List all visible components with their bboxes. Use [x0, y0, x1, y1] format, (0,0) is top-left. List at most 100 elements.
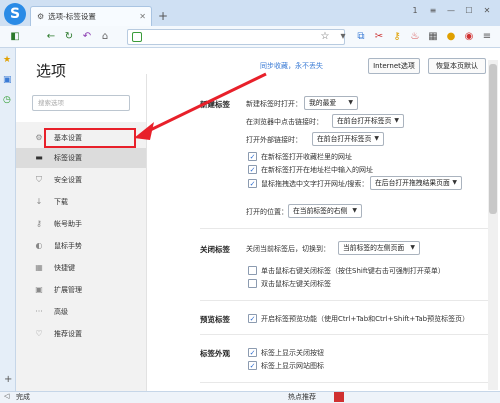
- middle-click-select[interactable]: 在前台打开标签页 ▼: [332, 114, 404, 128]
- checkbox-label: 开启标签预览功能（使用Ctrl+Tab和Ctrl+Shift+Tab预览标签页）: [261, 315, 470, 323]
- checkbox-show-site-icon[interactable]: ✓: [248, 361, 257, 370]
- select-value: 在当前标签的右侧: [293, 207, 348, 215]
- tab-close-icon[interactable]: ✕: [139, 12, 146, 21]
- section-close-tab: 关闭标签: [200, 245, 230, 254]
- chat-icon[interactable]: ◉: [462, 30, 476, 44]
- minimize-button[interactable]: —: [444, 5, 458, 17]
- sidebar-item-label: 高级: [54, 308, 68, 316]
- tab-icon: ▬: [35, 153, 43, 162]
- home-icon[interactable]: ⌂: [98, 30, 112, 44]
- sidebar-item-label: 标签设置: [54, 154, 82, 162]
- checkbox-favorites-new-tab[interactable]: ✓: [248, 152, 257, 161]
- open-position-select[interactable]: 在当前标签的右侧 ▼: [288, 204, 362, 218]
- new-tab-open-select[interactable]: 我的最爱 ▼: [304, 96, 358, 110]
- grid-icon[interactable]: ▦: [426, 30, 440, 44]
- hot-recommend-link[interactable]: 热点推荐: [288, 392, 316, 402]
- sidebar-item-shortcuts[interactable]: ▦ 快捷键: [16, 258, 146, 278]
- options-sidebar: ⚙ 基本设置 ▬ 标签设置 ⛉ 安全设置 ↓ 下载 ⚷ 帐号助手 ◐ 鼠标手势 …: [16, 122, 146, 391]
- refresh-icon[interactable]: ↻: [62, 30, 76, 44]
- checkbox-double-click-close[interactable]: [248, 279, 257, 288]
- checkbox-tab-preview[interactable]: ✓: [248, 314, 257, 323]
- chevron-down-icon: ▼: [394, 117, 399, 124]
- close-window-button[interactable]: ✕: [480, 5, 494, 17]
- sidebar-item-extensions[interactable]: ▣ 扩展管理: [16, 280, 146, 300]
- checkbox-show-close-button[interactable]: ✓: [248, 348, 257, 357]
- add-icon[interactable]: +: [4, 374, 12, 385]
- sidebar-item-label: 安全设置: [54, 176, 82, 184]
- undo-icon[interactable]: ↶: [80, 30, 94, 44]
- divider: [200, 334, 490, 335]
- close-switch-select[interactable]: 当前标签的左侧页面 ▼: [338, 241, 420, 255]
- sidebar-item-download[interactable]: ↓ 下载: [16, 192, 146, 212]
- sidebar-toggle-icon[interactable]: ◧: [8, 30, 22, 44]
- sidebar-item-label: 推荐设置: [54, 330, 82, 338]
- mouse-icon: ◐: [35, 241, 43, 250]
- checkbox-addressbar-new-tab[interactable]: ✓: [248, 165, 257, 174]
- external-link-select[interactable]: 在前台打开标签页 ▼: [312, 132, 384, 146]
- status-arrow-icon[interactable]: ◁: [4, 392, 9, 400]
- star-icon[interactable]: ☆: [318, 30, 332, 44]
- browser-logo-icon[interactable]: S: [4, 3, 26, 25]
- chevron-down-icon: ▼: [410, 244, 415, 251]
- key-icon[interactable]: ⚷: [390, 30, 404, 44]
- sidebar-item-advanced[interactable]: ··· 高级: [16, 302, 146, 322]
- badge-icon[interactable]: 1: [408, 5, 422, 17]
- sidebar-item-account[interactable]: ⚷ 帐号助手: [16, 214, 146, 234]
- scissors-icon[interactable]: ✂: [372, 30, 386, 44]
- tab-options[interactable]: ⚙ 选项-标签设置 ✕: [30, 6, 152, 26]
- internet-options-button[interactable]: Internet选项: [368, 58, 420, 74]
- tab-title: 选项-标签设置: [48, 12, 96, 21]
- status-bar: [0, 391, 500, 403]
- annotation-arrow: [134, 72, 267, 140]
- menu-icon[interactable]: ≡: [426, 5, 440, 17]
- news-icon[interactable]: [334, 392, 344, 402]
- divider: [200, 228, 490, 229]
- select-value: 我的最爱: [309, 99, 337, 107]
- sidebar-item-label: 下载: [54, 198, 68, 206]
- select-value: 在前台打开标签页: [337, 117, 392, 125]
- scrollbar-thumb[interactable]: [489, 64, 497, 214]
- section-tab-appearance: 标签外观: [200, 349, 230, 358]
- sidebar-item-tabs[interactable]: ▬ 标签设置: [16, 148, 146, 168]
- chevron-down-icon: ▼: [452, 179, 457, 186]
- drag-result-select[interactable]: 在后台打开拖拽结果页面 ▼: [370, 176, 462, 190]
- sidebar-item-label: 快捷键: [54, 264, 75, 272]
- open-position-label: 打开的位置：: [246, 208, 288, 216]
- sidebar-item-mouse-gestures[interactable]: ◐ 鼠标手势: [16, 236, 146, 256]
- download-icon: ↓: [35, 197, 43, 206]
- select-value: 在前台打开标签页: [317, 135, 372, 143]
- security-shield-icon: [132, 32, 142, 42]
- coin-icon[interactable]: ●: [444, 30, 458, 44]
- key-icon: ⚷: [36, 219, 42, 228]
- favorites-star-icon[interactable]: ★: [3, 55, 11, 65]
- dropdown-icon[interactable]: ▾: [336, 30, 350, 44]
- extension-icon: ▣: [35, 285, 43, 294]
- checkbox-label: 单击鼠标右键关闭标签（按住Shift键右击可强制打开菜单）: [261, 267, 445, 275]
- more-icon: ···: [35, 307, 43, 316]
- history-icon[interactable]: ◷: [3, 95, 11, 105]
- sidebar-item-recommended[interactable]: ♡ 推荐设置: [16, 324, 146, 344]
- address-bar[interactable]: [127, 29, 345, 45]
- divider: [200, 300, 490, 301]
- checkbox-right-click-close[interactable]: [248, 266, 257, 275]
- gear-icon: ⚙: [37, 12, 45, 21]
- notes-icon[interactable]: ▣: [3, 75, 12, 85]
- select-value: 当前标签的左侧页面: [343, 244, 405, 252]
- sidebar-item-label: 帐号助手: [54, 220, 82, 228]
- sidebar-item-security[interactable]: ⛉ 安全设置: [16, 170, 146, 190]
- screenshot-icon[interactable]: ⧉: [354, 30, 368, 44]
- checkbox-drag-text[interactable]: ✓: [248, 179, 257, 188]
- keyboard-icon: ▦: [35, 263, 43, 272]
- fire-icon[interactable]: ♨: [408, 30, 422, 44]
- sidebar-item-label: 鼠标手势: [54, 242, 82, 250]
- checkbox-label: 在新标签打开收藏栏里的网址: [261, 153, 352, 161]
- restore-defaults-button[interactable]: 恢复本页默认: [428, 58, 486, 74]
- more-menu-icon[interactable]: ≡: [480, 30, 494, 44]
- heart-icon: ♡: [35, 329, 43, 338]
- chevron-down-icon: ▼: [352, 207, 357, 214]
- new-tab-button[interactable]: +: [156, 9, 170, 23]
- back-icon[interactable]: ←: [44, 30, 58, 44]
- maximize-button[interactable]: ☐: [462, 5, 476, 17]
- checkbox-label: 标签上显示网站图标: [261, 362, 324, 370]
- gear-icon: ⚙: [35, 133, 43, 142]
